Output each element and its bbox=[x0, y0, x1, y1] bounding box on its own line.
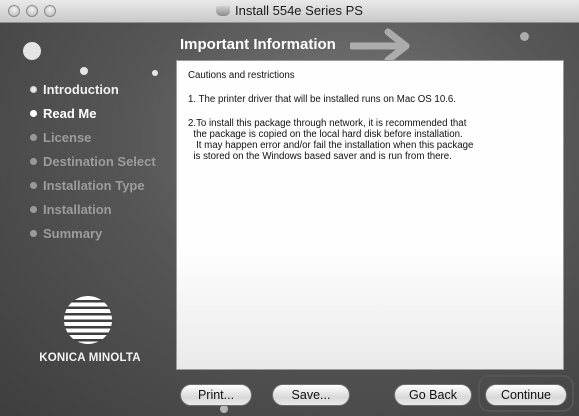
brand-logo-text: KONICA MINOLTA bbox=[39, 352, 141, 364]
panel-background-gradient bbox=[177, 249, 563, 369]
step-bullet-icon bbox=[30, 86, 37, 93]
step-bullet-icon bbox=[30, 182, 37, 189]
decorative-bubble bbox=[220, 405, 228, 413]
save-button[interactable]: Save... bbox=[272, 384, 350, 406]
step-bullet-icon bbox=[30, 134, 37, 141]
step-bullet-icon bbox=[30, 230, 37, 237]
paragraph: 1. The printer driver that will be insta… bbox=[188, 94, 456, 105]
paragraph: 2.To install this package through networ… bbox=[188, 118, 474, 162]
step-bullet-icon bbox=[30, 110, 37, 117]
print-button[interactable]: Print... bbox=[180, 384, 252, 406]
paragraph: Cautions and restrictions bbox=[188, 70, 295, 81]
decorative-bubble bbox=[23, 42, 41, 60]
konica-minolta-logo-icon bbox=[64, 296, 112, 344]
go-back-button[interactable]: Go Back bbox=[394, 384, 472, 406]
decorative-bubble bbox=[520, 32, 529, 41]
step-bullet-icon bbox=[30, 206, 37, 213]
decorative-bubble bbox=[80, 67, 88, 75]
step-bullet-icon bbox=[30, 158, 37, 165]
decorative-bubble bbox=[152, 70, 158, 76]
read-me-text-panel[interactable]: Cautions and restrictions 1. The printer… bbox=[176, 60, 564, 370]
read-me-content: Cautions and restrictions 1. The printer… bbox=[188, 70, 548, 175]
step-summary: Summary bbox=[30, 226, 156, 250]
step-license: License bbox=[30, 130, 156, 154]
continue-button[interactable]: Continue bbox=[485, 384, 567, 406]
step-installation-type: Installation Type bbox=[30, 178, 156, 202]
page-title: Important Information bbox=[180, 36, 336, 53]
step-read-me: Read Me bbox=[30, 106, 156, 130]
window-title-text: Install 554e Series PS bbox=[235, 3, 363, 18]
step-destination-select: Destination Select bbox=[30, 154, 156, 178]
installer-steps-list: Introduction Read Me License Destination… bbox=[30, 82, 156, 250]
step-introduction: Introduction bbox=[30, 82, 156, 106]
step-installation: Installation bbox=[30, 202, 156, 226]
title-bar: Install 554e Series PS bbox=[0, 0, 579, 23]
window-title: Install 554e Series PS bbox=[0, 3, 579, 18]
disk-drive-icon bbox=[216, 6, 231, 16]
installer-window: Install 554e Series PS Introduction Read… bbox=[0, 0, 579, 416]
